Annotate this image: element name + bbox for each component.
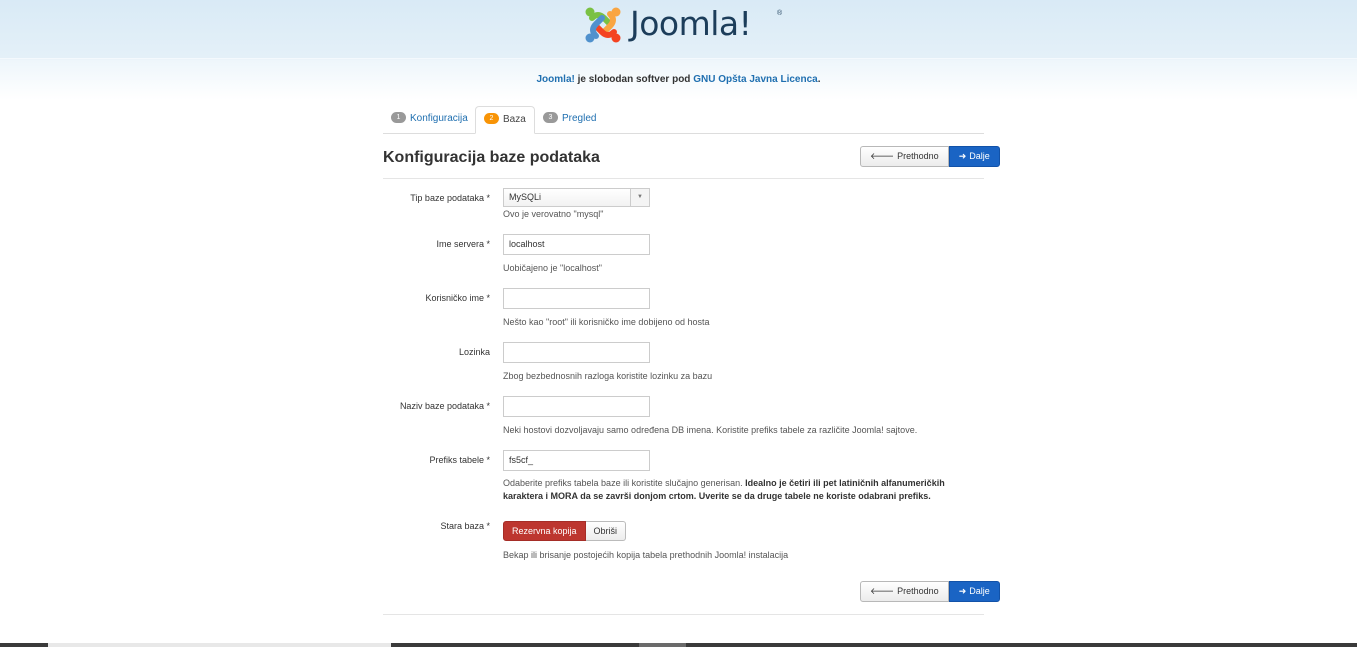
next-button-label: Dalje: [969, 151, 990, 161]
logo-wordmark: Joomla!: [630, 4, 752, 43]
chevron-down-icon: ▼: [630, 189, 649, 206]
header-divider: [0, 58, 1357, 59]
old-db-label: Stara baza *: [440, 521, 490, 531]
page-header: Joomla! ® Joomla! je slobodan softver po…: [0, 0, 1357, 100]
previous-button-bottom[interactable]: 🡐 Prethodno: [860, 581, 949, 602]
tab-konfiguracija[interactable]: 1 Konfiguracija: [383, 106, 476, 132]
host-input[interactable]: localhost: [503, 234, 650, 255]
prefix-input[interactable]: fs5cf_: [503, 450, 650, 471]
install-steps-tabs: 1 Konfiguracija 2 Baza 3 Pregled: [383, 106, 984, 134]
taskbar-item[interactable]: [639, 643, 686, 647]
next-button-bottom[interactable]: ➜ Dalje: [948, 581, 1000, 602]
host-help: Uobičajeno je "localhost": [503, 263, 602, 273]
prefix-help: Odaberite prefiks tabela baze ili korist…: [503, 477, 984, 503]
joomla-link[interactable]: Joomla!: [537, 74, 575, 85]
remove-button[interactable]: Obriši: [585, 521, 627, 541]
page-title: Konfiguracija baze podataka: [383, 149, 600, 166]
previous-button-label: Prethodno: [897, 151, 939, 161]
username-input[interactable]: [503, 288, 650, 309]
previous-button-label: Prethodno: [897, 586, 939, 596]
tab-label: Baza: [503, 114, 526, 125]
host-label: Ime servera *: [436, 239, 490, 249]
joomla-logo: Joomla! ®: [582, 4, 786, 46]
step-1-badge: 1: [391, 111, 406, 123]
step-3-badge: 3: [543, 111, 558, 123]
db-name-label: Naziv baze podataka *: [399, 401, 490, 411]
taskbar-item[interactable]: [48, 643, 391, 647]
old-db-help: Bekap ili brisanje postojećih kopija tab…: [503, 550, 789, 560]
next-button-label: Dalje: [969, 586, 990, 596]
old-db-toggle: Rezervna kopija Obriši: [503, 521, 627, 541]
tab-label: Pregled: [562, 113, 597, 124]
tab-label: Konfiguracija: [410, 113, 468, 124]
bottom-nav-buttons: 🡐 Prethodno ➜ Dalje: [860, 581, 1000, 602]
prefix-help-text: Odaberite prefiks tabela baze ili korist…: [503, 478, 746, 488]
arrow-left-icon: 🡐: [870, 151, 895, 161]
tab-pregled[interactable]: 3 Pregled: [535, 106, 604, 132]
db-type-value: MySQLi: [509, 192, 542, 202]
license-notice: Joomla! je slobodan softver pod GNU Opšt…: [0, 74, 1357, 85]
title-divider: [383, 178, 984, 179]
db-name-input[interactable]: [503, 396, 650, 417]
joomla-logo-icon: [585, 7, 621, 43]
arrow-right-icon: ➜: [958, 586, 967, 596]
password-input[interactable]: [503, 342, 650, 363]
arrow-right-icon: ➜: [958, 151, 967, 161]
username-help: Nešto kao "root" ili korisničko ime dobi…: [503, 317, 710, 327]
prefix-help-bold-2: karaktera i MORA da se završi donjom crt…: [503, 491, 931, 501]
db-name-help: Neki hostovi dozvoljavaju samo određena …: [503, 425, 918, 435]
db-type-select[interactable]: MySQLi ▼: [503, 188, 650, 207]
password-label: Lozinka: [458, 347, 490, 357]
logo-registered-mark: ®: [777, 10, 783, 17]
next-button[interactable]: ➜ Dalje: [948, 146, 1000, 167]
db-type-help: Ovo je verovatno "mysql": [503, 209, 604, 219]
prefix-help-bold-1: Idealno je četiri ili pet latiničnih alf…: [745, 478, 945, 488]
gpl-license-link[interactable]: GNU Opšta Javna Licenca: [693, 74, 818, 85]
top-nav-buttons: 🡐 Prethodno ➜ Dalje: [860, 146, 1000, 167]
tab-baza[interactable]: 2 Baza: [475, 106, 535, 134]
taskbar: [0, 643, 1357, 647]
backup-button[interactable]: Rezervna kopija: [503, 521, 586, 541]
step-2-badge: 2: [484, 112, 499, 124]
footer-divider: [383, 614, 984, 615]
arrow-left-icon: 🡐: [870, 586, 895, 596]
password-help: Zbog bezbednosnih razloga koristite lozi…: [503, 371, 713, 381]
db-type-label: Tip baze podataka *: [410, 193, 490, 203]
prefix-label: Prefiks tabele *: [429, 455, 490, 465]
license-text: je slobodan softver pod: [574, 74, 694, 85]
previous-button[interactable]: 🡐 Prethodno: [860, 146, 949, 167]
username-label: Korisničko ime *: [425, 293, 490, 303]
license-period: .: [817, 74, 821, 85]
